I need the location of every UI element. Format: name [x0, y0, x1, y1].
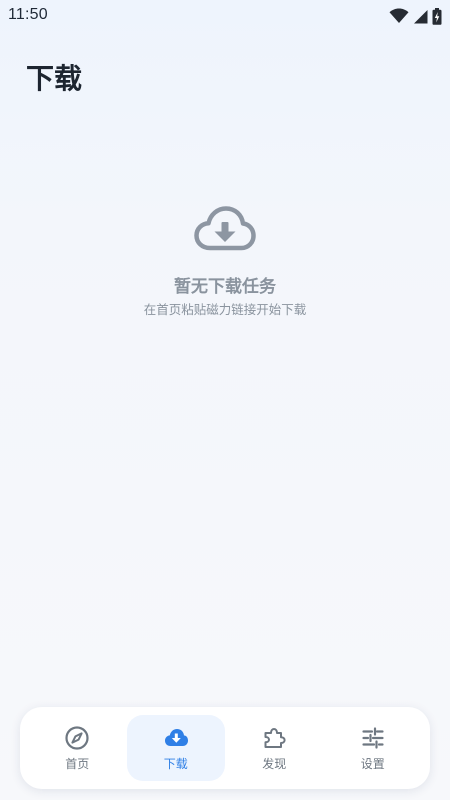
status-time: 11:50: [8, 6, 48, 23]
nav-item-label: 下载: [163, 757, 188, 771]
nav-item-label: 首页: [65, 757, 90, 771]
status-bar: 11:50: [0, 0, 450, 32]
cloud-download-icon: [194, 206, 256, 251]
compass-icon: [65, 726, 89, 750]
empty-state-subtitle: 在首页粘贴磁力链接开始下载: [143, 302, 307, 317]
nav-item-label: 发现: [262, 757, 287, 771]
cloud-download-icon: [164, 729, 188, 746]
nav-item-label: 设置: [360, 757, 385, 771]
puzzle-icon: [264, 728, 286, 748]
nav-item-home[interactable]: 首页: [28, 715, 127, 781]
status-icons: [389, 7, 442, 25]
nav-item-settings[interactable]: 设置: [324, 715, 423, 781]
wifi-icon: [389, 8, 409, 23]
page-title: 下载: [26, 62, 83, 95]
sliders-icon: [362, 727, 384, 749]
bottom-navigation: 首页 下载 发现 设置: [20, 707, 430, 789]
empty-state-title: 暂无下载任务: [174, 277, 276, 297]
battery-charging-icon: [432, 7, 442, 25]
cellular-signal-icon: [414, 9, 428, 23]
empty-state: 暂无下载任务 在首页粘贴磁力链接开始下载: [0, 204, 450, 319]
nav-item-discover[interactable]: 发现: [225, 715, 324, 781]
nav-item-download[interactable]: 下载: [126, 715, 225, 781]
